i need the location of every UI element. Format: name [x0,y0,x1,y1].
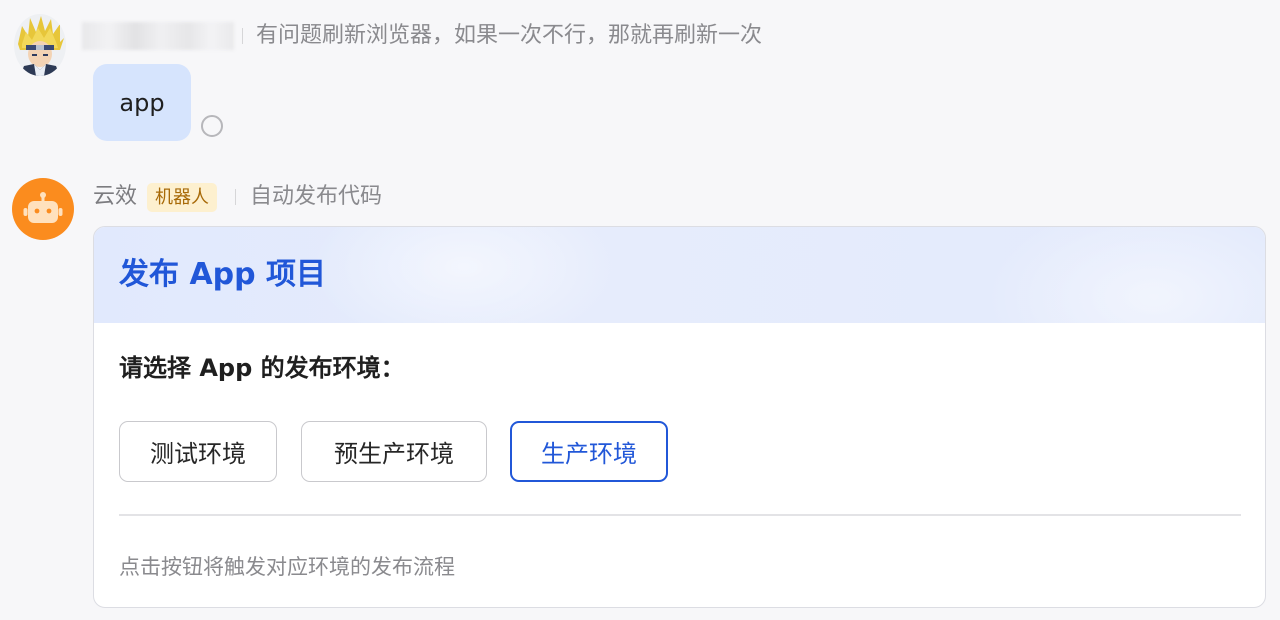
card-divider [119,514,1241,516]
button-label: 测试环境 [150,440,246,468]
card-footer-note: 点击按钮将触发对应环境的发布流程 [119,555,455,579]
bot-sender-name: 云效 [93,184,138,209]
bot-badge: 机器人 [147,183,217,212]
button-label: 生产环境 [541,440,637,468]
user-signature: 有问题刷新浏览器，如果一次不行，那就再刷新一次 [256,23,763,48]
robot-icon [23,192,63,223]
pending-circle-icon [201,115,223,137]
prod-env-button[interactable]: 生产环境 [510,421,668,482]
bot-signature: 自动发布代码 [250,184,383,209]
user-avatar[interactable] [14,14,66,76]
release-card: 发布 App 项目 请选择 App 的发布环境： 测试环境 预生产环境 生产环境… [93,226,1266,608]
card-title: 发布 App 项目 [119,257,327,292]
user-name-blurred [82,22,234,50]
card-header: 发布 App 项目 [94,227,1265,323]
card-question: 请选择 App 的发布环境： [119,354,405,382]
pre-prod-env-button[interactable]: 预生产环境 [301,421,487,482]
bot-avatar[interactable] [12,178,74,240]
test-env-button[interactable]: 测试环境 [119,421,277,482]
anime-character-avatar-icon [14,14,66,76]
meta-separator [235,189,236,205]
user-message-text: app [119,88,165,117]
user-message-bubble[interactable]: app [93,64,191,141]
meta-separator [242,28,243,44]
button-label: 预生产环境 [334,440,454,468]
